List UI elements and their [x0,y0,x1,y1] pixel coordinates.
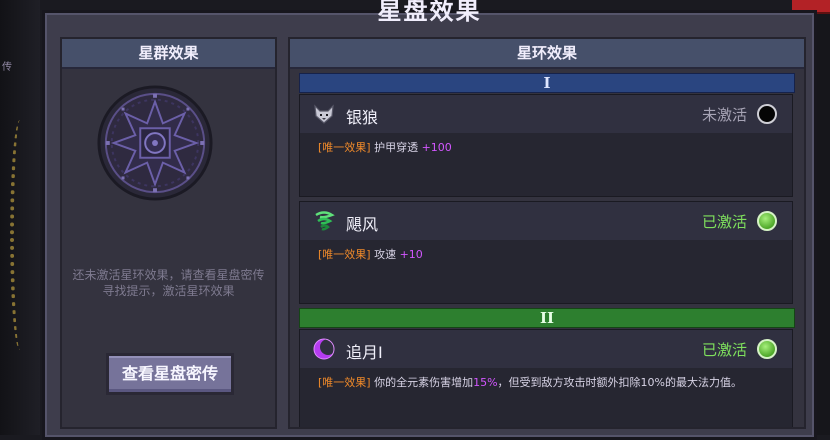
tier-2-bar: II [299,308,795,328]
effect-card-header: 飓风 已激活 [300,202,792,240]
tier-1-bar: I [299,73,795,93]
effect-description: [唯一效果] 攻速 +10 [318,247,776,262]
effect-card-silver-wolf[interactable]: 银狼 未激活 [唯一效果] 护甲穿透 +100 [299,94,793,197]
star-cluster-emblem-icon [97,85,213,201]
ring-effect-panel: 星环效果 I 银狼 未激活 [唯一效果] 护甲穿透 +100 飓风 已激活 [唯… [288,37,806,429]
status-on-indicator-icon [757,211,777,231]
effect-name: 追月Ⅰ [346,343,383,362]
effect-tag: [唯一效果] [318,376,371,389]
tornado-icon [315,211,335,231]
status-off-indicator-icon [757,104,777,124]
view-astrolabe-lore-button[interactable]: 查看星盘密传 [106,353,234,395]
effect-tag: [唯一效果] [318,248,371,261]
effect-percent: 15% [473,376,498,389]
effect-status: 已激活 [701,213,747,231]
effect-card-hurricane[interactable]: 飓风 已激活 [唯一效果] 攻速 +10 [299,201,793,304]
effect-name: 飓风 [346,215,379,234]
effect-card-header: 银狼 未激活 [300,95,792,133]
cluster-hint-text: 还未激活星环效果，请查看星盘密传寻找提示，激活星环效果 [72,268,265,298]
background-glyph: 传 [2,62,12,73]
effect-text: 攻速 [374,248,397,261]
wolf-icon [314,104,334,124]
effect-description: [唯一效果] 你的全元素伤害增加15%，但受到敌方攻击时额外扣除10%的最大法力… [318,375,776,390]
moon-icon [313,338,336,360]
effect-card-moon-chase[interactable]: 追月Ⅰ 已激活 [唯一效果] 你的全元素伤害增加15%，但受到敌方攻击时额外扣除… [299,329,793,427]
effect-tag: [唯一效果] [318,141,371,154]
background-decoration [10,120,30,350]
effect-bonus: +10 [399,248,423,261]
dialog-title: 星盘效果 [377,0,482,25]
effect-text-tail: ，但受到敌方攻击时额外扣除10%的最大法力值。 [497,376,742,389]
ring-effect-header: 星环效果 [290,39,804,69]
effect-bonus: +100 [421,141,452,154]
effect-text: 你的全元素伤害增加 [374,376,474,389]
effect-status: 已激活 [701,341,747,359]
effect-text: 护甲穿透 [374,141,419,154]
effect-card-header: 追月Ⅰ 已激活 [300,330,792,368]
cluster-effect-header: 星群效果 [62,39,275,69]
cluster-effect-panel: 星群效果 还未激活星环效果，请查看星盘密传寻找提示，激活星环效果 查看星盘密传 [60,37,277,429]
effect-name: 银狼 [346,108,379,127]
status-on-indicator-icon [757,339,777,359]
effect-status: 未激活 [701,106,747,124]
effect-description: [唯一效果] 护甲穿透 +100 [318,140,776,155]
astrolabe-dialog: 星盘效果 星群效果 还未激活星环效果，请查看星盘密传寻找提示，激活星环效果 查看… [42,0,817,440]
